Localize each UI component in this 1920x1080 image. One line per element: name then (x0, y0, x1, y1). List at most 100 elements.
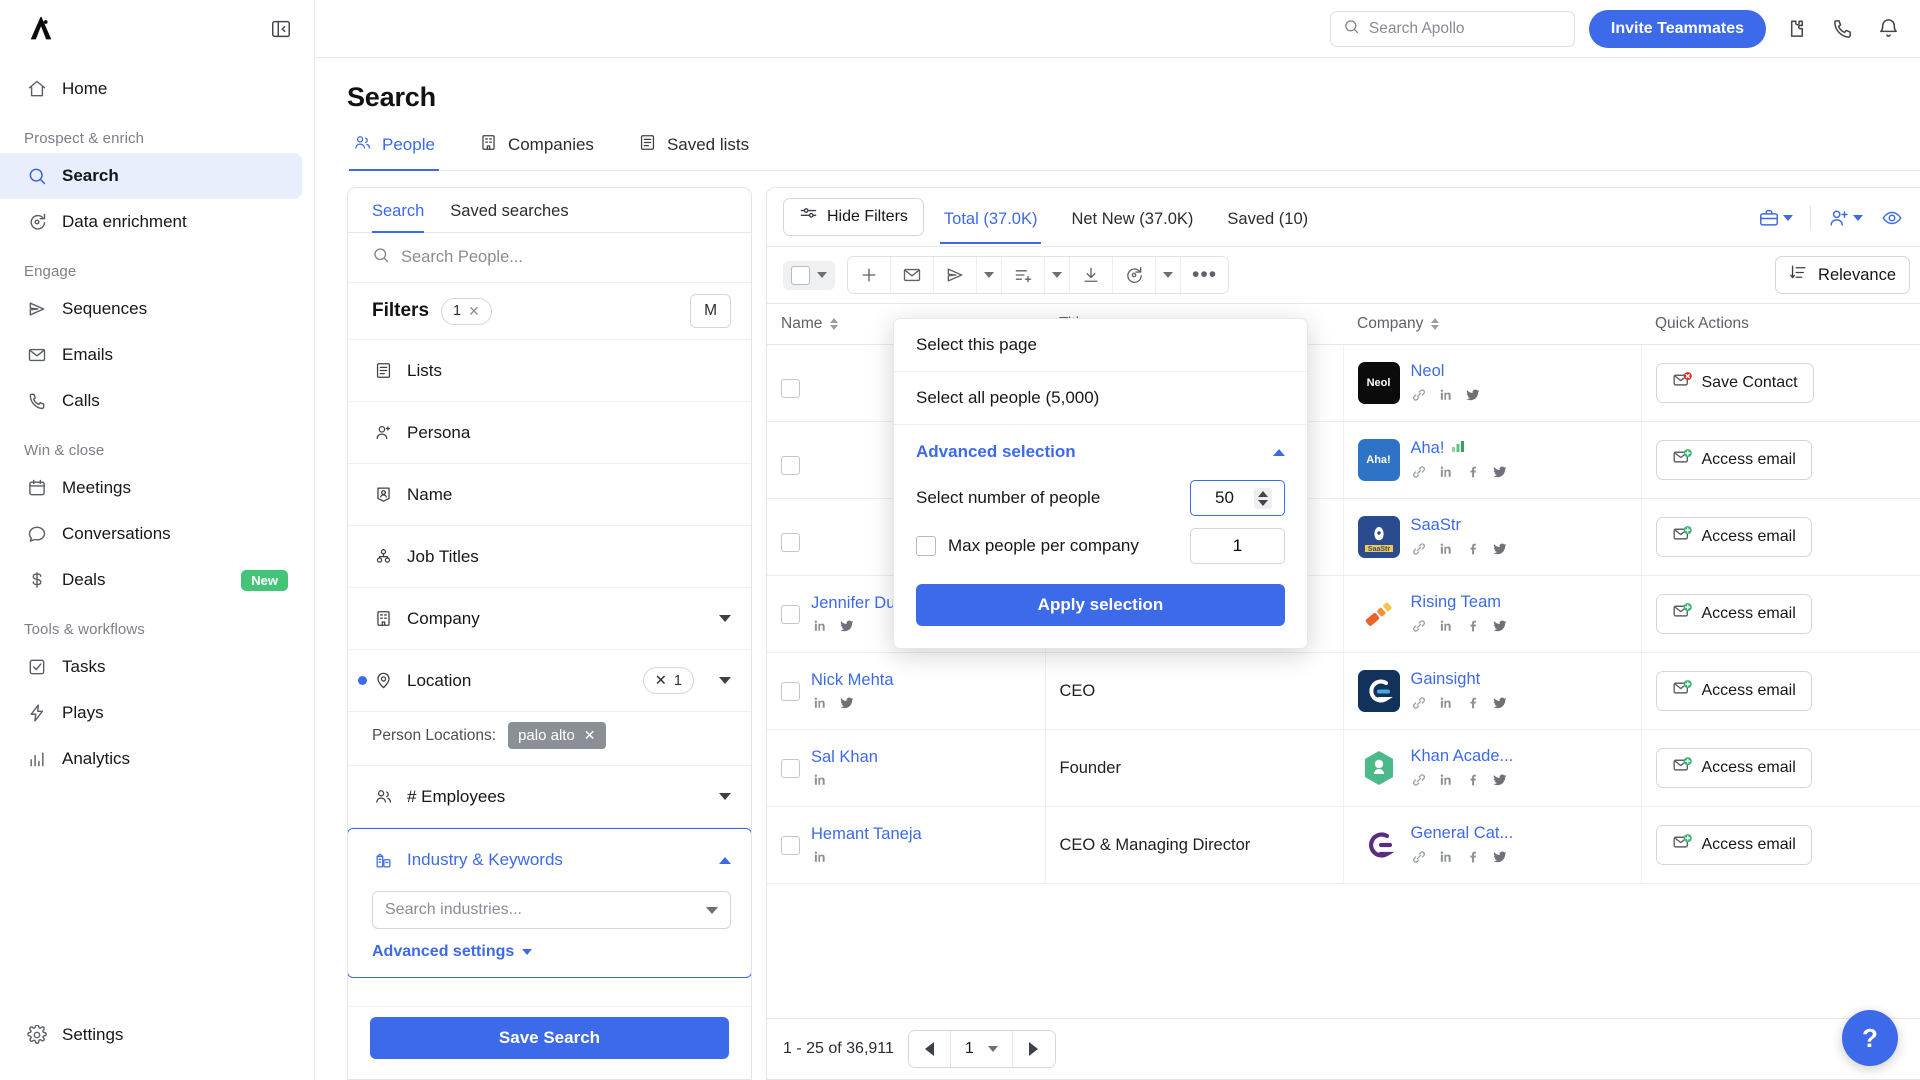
refresh-dropdown[interactable] (1156, 257, 1181, 293)
facebook-icon[interactable] (1465, 848, 1482, 865)
link-icon[interactable] (1411, 463, 1428, 480)
linkedin-icon[interactable] (1438, 386, 1455, 403)
row-checkbox[interactable] (781, 758, 800, 778)
quick-action-button[interactable]: Access email (1655, 517, 1812, 557)
twitter-icon[interactable] (1492, 848, 1509, 865)
quick-action-button[interactable]: Access email (1655, 671, 1812, 711)
company-name-link[interactable]: Gainsight (1411, 670, 1509, 689)
download-button[interactable] (1070, 257, 1113, 293)
location-tag[interactable]: palo alto ✕ (508, 722, 606, 749)
results-tab-total[interactable]: Total (37.0K) (930, 201, 1052, 244)
chevron-up-icon[interactable] (719, 856, 731, 864)
company-name-link[interactable]: SaaStr (1411, 516, 1509, 535)
linkedin-icon[interactable] (1438, 771, 1455, 788)
chevron-down-icon[interactable] (719, 677, 731, 684)
link-icon[interactable] (1411, 694, 1428, 711)
filter-row-persona[interactable]: Persona (348, 402, 751, 464)
linkedin-icon[interactable] (1438, 694, 1455, 711)
sidebar-item-tasks[interactable]: Tasks (0, 644, 302, 690)
company-name-link[interactable]: General Cat... (1411, 824, 1514, 843)
results-tab-saved[interactable]: Saved (10) (1213, 201, 1322, 243)
sidebar-item-calls[interactable]: Calls (0, 378, 302, 424)
filter-search[interactable] (348, 233, 751, 283)
industry-header[interactable]: Industry & Keywords (348, 829, 751, 891)
search-input[interactable] (1368, 19, 1562, 38)
advanced-settings-toggle[interactable]: Advanced settings (348, 929, 751, 977)
search-industries-select[interactable]: Search industries... (372, 891, 731, 929)
sidebar-item-data-enrichment[interactable]: Data enrichment (0, 199, 302, 245)
sort-relevance-button[interactable]: Relevance (1775, 256, 1910, 294)
send-sequence-button[interactable] (934, 257, 977, 293)
twitter-icon[interactable] (1465, 386, 1482, 403)
invite-teammates-button[interactable]: Invite Teammates (1588, 9, 1766, 48)
help-button[interactable]: ? (1842, 1010, 1898, 1066)
max-per-company-input[interactable] (1202, 536, 1273, 556)
person-name-link[interactable]: Sal Khan (811, 748, 878, 767)
sidebar-item-emails[interactable]: Emails (0, 332, 302, 378)
facebook-icon[interactable] (1465, 463, 1482, 480)
table-row[interactable]: Nick MehtaCEOGainsightAccess emailPalo A… (767, 652, 1920, 730)
linkedin-icon[interactable] (811, 849, 828, 866)
quick-action-button[interactable]: Access email (1655, 748, 1812, 788)
global-search[interactable] (1329, 10, 1575, 47)
linkedin-icon[interactable] (1438, 617, 1455, 634)
table-row[interactable]: Sal Khan Founder Khan Acade... Access email… (767, 729, 1920, 807)
more-icon[interactable]: ••• (1181, 257, 1229, 293)
chevron-down-icon[interactable] (1783, 215, 1793, 221)
add-to-list-dropdown[interactable] (1045, 257, 1070, 293)
eye-icon[interactable] (1874, 202, 1910, 234)
facebook-icon[interactable] (1465, 540, 1482, 557)
facebook-icon[interactable] (1465, 771, 1482, 788)
quick-action-button[interactable]: Save Contact (1655, 363, 1814, 403)
person-name-link[interactable]: Hemant Taneja (811, 825, 922, 844)
apollo-logo[interactable] (26, 14, 56, 44)
filter-row-job-titles[interactable]: Job Titles (348, 526, 751, 588)
row-checkbox[interactable] (781, 604, 800, 624)
sidebar-item-plays[interactable]: Plays (0, 690, 302, 736)
puzzle-icon[interactable] (1780, 13, 1812, 45)
select-this-page-option[interactable]: Select this page (894, 319, 1307, 372)
more-filters-button[interactable]: M (690, 294, 731, 328)
location-count-chip[interactable]: ✕ 1 (642, 667, 694, 694)
collapse-panel-icon[interactable] (264, 12, 298, 46)
max-per-company-checkbox[interactable] (916, 536, 936, 556)
filter-tab-search[interactable]: Search (372, 202, 425, 233)
bell-icon[interactable] (1872, 13, 1904, 45)
next-page-button[interactable] (1012, 1031, 1055, 1067)
select-all-people-option[interactable]: Select all people (5,000) (894, 372, 1307, 425)
tab-saved-lists[interactable]: Saved lists (634, 133, 753, 170)
page-number-select[interactable]: 1 (950, 1031, 1013, 1067)
row-checkbox[interactable] (781, 681, 800, 701)
sidebar-item-deals[interactable]: Deals New (0, 557, 302, 603)
linkedin-icon[interactable] (811, 618, 828, 635)
company-name-link[interactable]: Rising Team (1411, 593, 1509, 612)
add-person-icon[interactable] (1821, 202, 1870, 234)
sidebar-item-sequences[interactable]: Sequences (0, 286, 302, 332)
select-all-dropdown-toggle[interactable] (783, 260, 835, 290)
filter-row-lists[interactable]: Lists (348, 340, 751, 402)
phone-icon[interactable] (1826, 13, 1858, 45)
filter-row-employees[interactable]: # Employees (348, 766, 751, 828)
close-icon[interactable]: ✕ (468, 303, 480, 320)
row-checkbox[interactable] (781, 456, 800, 475)
chevron-down-icon[interactable] (719, 793, 731, 800)
linkedin-icon[interactable] (1438, 540, 1455, 557)
select-number-input-wrap[interactable] (1190, 480, 1285, 516)
select-all-checkbox[interactable] (791, 265, 810, 285)
filter-row-name[interactable]: Name (348, 464, 751, 526)
linkedin-icon[interactable] (1438, 463, 1455, 480)
filters-count-chip[interactable]: 1 ✕ (441, 297, 492, 325)
filter-row-location[interactable]: Location ✕ 1 (348, 650, 751, 712)
linkedin-icon[interactable] (1438, 848, 1455, 865)
quick-action-button[interactable]: Access email (1655, 594, 1812, 634)
apply-selection-button[interactable]: Apply selection (916, 584, 1285, 626)
person-name-link[interactable]: Nick Mehta (811, 671, 894, 690)
twitter-icon[interactable] (838, 618, 855, 635)
link-icon[interactable] (1411, 848, 1428, 865)
tab-people[interactable]: People (349, 133, 439, 171)
twitter-icon[interactable] (1492, 463, 1509, 480)
save-search-button[interactable]: Save Search (370, 1017, 729, 1059)
link-icon[interactable] (1411, 617, 1428, 634)
row-checkbox[interactable] (781, 835, 800, 855)
number-stepper[interactable] (1253, 487, 1272, 509)
